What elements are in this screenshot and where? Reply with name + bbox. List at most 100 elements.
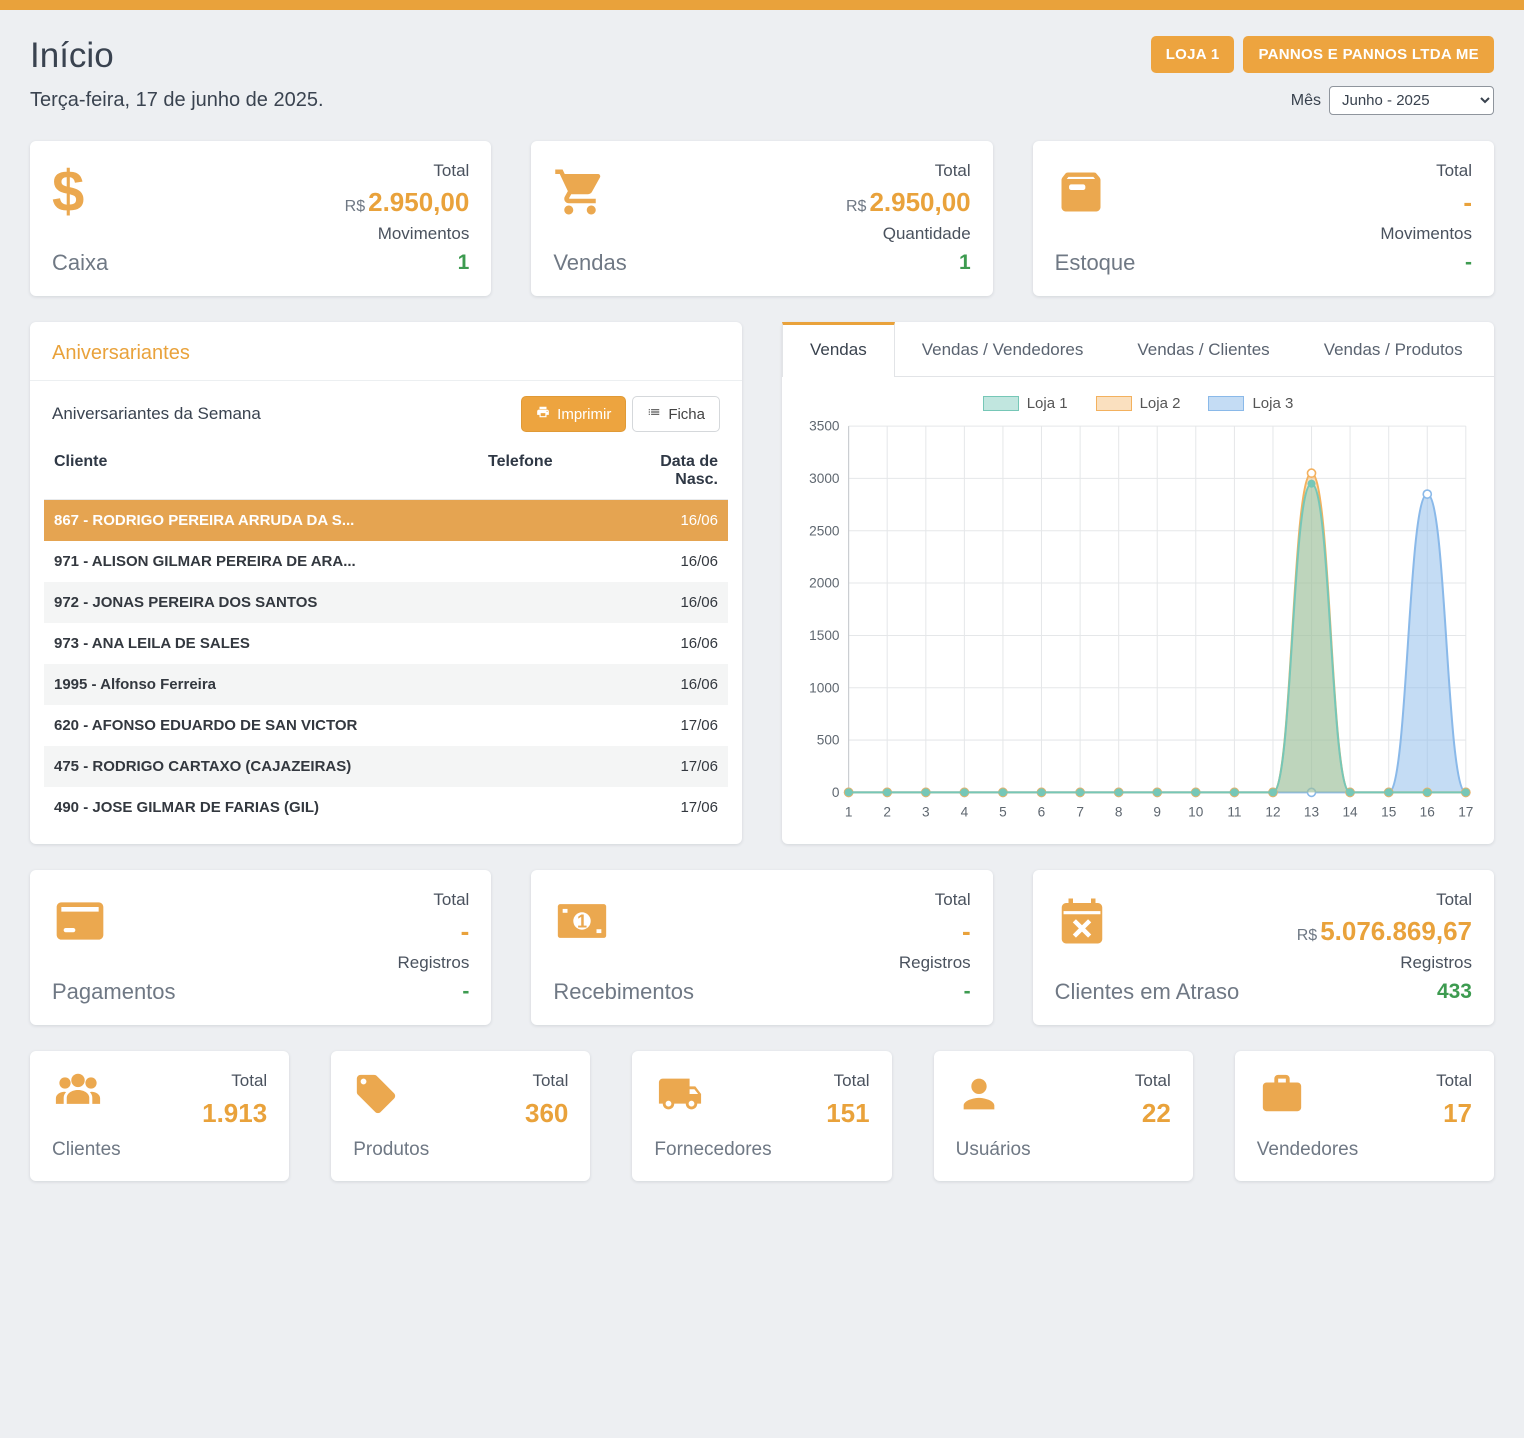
sales-chart: 0500100015002000250030003500123456789101… (794, 416, 1482, 829)
middle-row: Aniversariantes Aniversariantes da Seman… (30, 322, 1494, 844)
total-value: 151 (826, 1099, 869, 1128)
svg-text:1500: 1500 (809, 628, 840, 643)
mini-title: Produtos (353, 1139, 429, 1161)
svg-text:3500: 3500 (809, 419, 840, 434)
chart-legend: Loja 1 Loja 2 Loja 3 (782, 377, 1494, 414)
mini-card-usuarios: Usuários Total 22 (934, 1051, 1193, 1181)
count-value: 1 (345, 251, 470, 275)
tab-vendas-vendedores[interactable]: Vendas / Vendedores (895, 322, 1111, 376)
top-stats-row: $ Caixa Total R$2.950,00 Movimentos 1 Ve… (30, 141, 1494, 296)
client-name: 973 - ANA LEILA DE SALES (54, 635, 488, 652)
total-label: Total (1380, 161, 1472, 181)
birthdays-panel-title: Aniversariantes (30, 342, 742, 381)
tag-icon (353, 1071, 429, 1122)
count-value: 1 (846, 251, 971, 275)
svg-text:17: 17 (1458, 805, 1473, 820)
svg-text:2000: 2000 (809, 576, 840, 591)
birthday-row[interactable]: 971 - ALISON GILMAR PEREIRA DE ARA... 16… (44, 541, 728, 582)
svg-text:1: 1 (845, 805, 853, 820)
credit-card-icon (52, 890, 176, 952)
legend-swatch-loja-1 (983, 396, 1019, 411)
total-value: R$5.076.869,67 (1297, 917, 1472, 946)
client-name: 490 - JOSE GILMAR DE FARIAS (GIL) (54, 799, 488, 816)
month-select[interactable]: Junho - 2025 (1329, 86, 1494, 115)
legend-loja-1[interactable]: Loja 1 (983, 395, 1068, 412)
total-label: Total (1135, 1071, 1171, 1091)
mini-title: Vendedores (1257, 1139, 1358, 1161)
total-value: - (398, 917, 470, 946)
column-cliente: Cliente (54, 453, 488, 489)
birthdays-table-header: Cliente Telefone Data de Nasc. (44, 445, 728, 500)
store-badge[interactable]: LOJA 1 (1151, 36, 1235, 73)
month-picker: Mês Junho - 2025 (1291, 86, 1494, 115)
birthday-row[interactable]: 1995 - Alfonso Ferreira 16/06 (44, 664, 728, 705)
mid-stats-row: Pagamentos Total - Registros - 1 Recebim… (30, 870, 1494, 1025)
print-button[interactable]: Imprimir (521, 396, 626, 432)
total-label: Total (1436, 1071, 1472, 1091)
calendar-x-icon (1055, 890, 1240, 952)
count-value: 433 (1297, 980, 1472, 1004)
header: Início LOJA 1 PANNOS E PANNOS LTDA ME (30, 26, 1494, 82)
birthdays-table-body: 867 - RODRIGO PEREIRA ARRUDA DA S... 16/… (44, 500, 728, 828)
svg-text:15: 15 (1381, 805, 1397, 820)
ficha-button[interactable]: Ficha (632, 396, 720, 432)
people-icon (52, 1071, 121, 1120)
svg-text:12: 12 (1265, 805, 1280, 820)
total-label: Total (345, 161, 470, 181)
total-value: 17 (1436, 1099, 1472, 1128)
svg-text:5: 5 (999, 805, 1007, 820)
legend-swatch-loja-2 (1096, 396, 1132, 411)
user-icon (956, 1071, 1031, 1122)
printer-icon (536, 405, 550, 423)
stat-title: Caixa (52, 250, 108, 276)
birth-date: 16/06 (618, 553, 718, 570)
svg-text:4: 4 (961, 805, 969, 820)
svg-text:11: 11 (1227, 805, 1241, 820)
birthday-row[interactable]: 867 - RODRIGO PEREIRA ARRUDA DA S... 16/… (44, 500, 728, 541)
stat-title: Vendas (553, 250, 626, 276)
legend-loja-2[interactable]: Loja 2 (1096, 395, 1181, 412)
stat-title: Clientes em Atraso (1055, 979, 1240, 1005)
list-icon (647, 405, 661, 423)
month-label: Mês (1291, 92, 1321, 110)
count-label: Movimentos (1380, 224, 1472, 244)
svg-text:8: 8 (1115, 805, 1123, 820)
birthday-row[interactable]: 973 - ANA LEILA DE SALES 16/06 (44, 623, 728, 664)
client-name: 971 - ALISON GILMAR PEREIRA DE ARA... (54, 553, 488, 570)
cart-icon (553, 161, 626, 223)
birthday-row[interactable]: 475 - RODRIGO CARTAXO (CAJAZEIRAS) 17/06 (44, 746, 728, 787)
birthday-row[interactable]: 490 - JOSE GILMAR DE FARIAS (GIL) 17/06 (44, 787, 728, 828)
client-name: 620 - AFONSO EDUARDO DE SAN VICTOR (54, 717, 488, 734)
total-value: - (1380, 188, 1472, 217)
column-data-nasc: Data de Nasc. (618, 453, 718, 489)
stat-title: Pagamentos (52, 979, 176, 1005)
client-name: 1995 - Alfonso Ferreira (54, 676, 488, 693)
total-value: - (899, 917, 971, 946)
legend-label: Loja 2 (1140, 395, 1181, 412)
column-telefone: Telefone (488, 453, 618, 489)
svg-text:500: 500 (817, 733, 840, 748)
stat-title: Estoque (1055, 250, 1136, 276)
client-name: 972 - JONAS PEREIRA DOS SANTOS (54, 594, 488, 611)
mini-card-fornecedores: Fornecedores Total 151 (632, 1051, 891, 1181)
legend-loja-3[interactable]: Loja 3 (1208, 395, 1293, 412)
birth-date: 16/06 (618, 635, 718, 652)
birthday-row[interactable]: 620 - AFONSO EDUARDO DE SAN VICTOR 17/06 (44, 705, 728, 746)
birthday-row[interactable]: 972 - JONAS PEREIRA DOS SANTOS 16/06 (44, 582, 728, 623)
total-label: Total (899, 890, 971, 910)
tab-vendas-clientes[interactable]: Vendas / Clientes (1110, 322, 1296, 376)
stat-card-estoque: Estoque Total - Movimentos - (1033, 141, 1494, 296)
tab-vendas[interactable]: Vendas (782, 322, 895, 377)
svg-text:1: 1 (577, 911, 587, 931)
truck-icon (654, 1071, 771, 1122)
tab-vendas-produtos[interactable]: Vendas / Produtos (1297, 322, 1490, 376)
stat-card-caixa: $ Caixa Total R$2.950,00 Movimentos 1 (30, 141, 491, 296)
mini-card-produtos: Produtos Total 360 (331, 1051, 590, 1181)
mini-title: Fornecedores (654, 1139, 771, 1161)
stat-card-recebimentos: 1 Recebimentos Total - Registros - (531, 870, 992, 1025)
client-name: 475 - RODRIGO CARTAXO (CAJAZEIRAS) (54, 758, 488, 775)
company-badge[interactable]: PANNOS E PANNOS LTDA ME (1243, 36, 1494, 73)
chart-tabs: Vendas Vendas / Vendedores Vendas / Clie… (782, 322, 1494, 377)
count-label: Registros (899, 953, 971, 973)
svg-text:14: 14 (1342, 805, 1358, 820)
